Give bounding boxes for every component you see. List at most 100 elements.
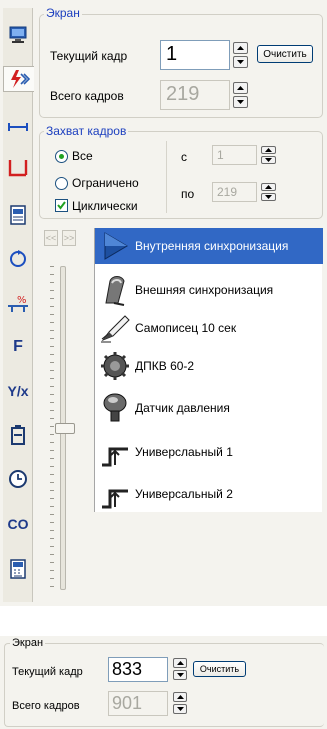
- cursor-blue-icon[interactable]: [5, 112, 31, 138]
- radio-limited-label: Ограничено: [72, 176, 139, 190]
- lightning-sync-icon[interactable]: [3, 66, 34, 92]
- list-item[interactable]: Самописец 10 сек: [95, 310, 323, 346]
- slider-tick: [50, 370, 54, 371]
- radio-limited[interactable]: [55, 177, 68, 190]
- monitor-icon[interactable]: [5, 22, 31, 48]
- prev-frames-button[interactable]: <<: [44, 230, 58, 246]
- calculator-icon[interactable]: [5, 556, 31, 582]
- spin-up-icon[interactable]: [261, 146, 276, 154]
- slider-tick: [50, 482, 54, 483]
- cyclic-label: Циклически: [72, 199, 138, 213]
- slider-tick: [50, 554, 54, 555]
- mini-total-frames-field: 901: [108, 691, 168, 716]
- mini-screen-panel: Экран Текущий кадр 833 Очистить Всего ка…: [0, 636, 327, 729]
- current-frame-stepper[interactable]: [233, 42, 248, 68]
- spin-down-icon[interactable]: [261, 156, 276, 164]
- list-item-label: Внутренняя синхронизация: [135, 239, 289, 253]
- mini-current-frame-input[interactable]: 833: [108, 657, 168, 682]
- slider-tick: [50, 282, 54, 283]
- yx-button[interactable]: Y/x: [5, 378, 31, 404]
- slider-thumb[interactable]: [55, 423, 75, 434]
- slider-tick: [50, 338, 54, 339]
- slider-tick: [50, 426, 54, 427]
- main-panel: % F Y/x CO Экран Текущий кадр 1 Очистить…: [0, 0, 327, 606]
- clamp-probe-icon: [95, 272, 135, 308]
- slider-tick: [50, 298, 54, 299]
- group-divider: [166, 141, 167, 213]
- radio-all[interactable]: [55, 150, 68, 163]
- next-frames-button[interactable]: >>: [62, 230, 76, 246]
- list-item[interactable]: ДПКВ 60-2: [95, 348, 323, 384]
- slider-tick: [50, 362, 54, 363]
- list-item[interactable]: Универсальный 2: [95, 476, 323, 512]
- to-label: по: [181, 187, 195, 201]
- slider-tick: [50, 578, 54, 579]
- screen-group-legend: Экран: [44, 6, 82, 20]
- total-frames-field: 219: [160, 80, 230, 110]
- slider-tick: [50, 290, 54, 291]
- capture-group-legend: Захват кадров: [44, 124, 129, 138]
- co-button[interactable]: CO: [5, 511, 31, 537]
- mini-current-frame-stepper[interactable]: [173, 658, 187, 680]
- slider-tick: [50, 506, 54, 507]
- cyclic-checkbox[interactable]: [55, 199, 68, 212]
- list-item[interactable]: Внутренняя синхронизация: [95, 228, 323, 264]
- total-frames-stepper[interactable]: [233, 82, 248, 108]
- list-item-label: Датчик давления: [135, 401, 230, 415]
- slider-tick: [50, 410, 54, 411]
- mini-clear-button[interactable]: Очистить: [193, 661, 246, 677]
- list-item-label: Универслаьный 1: [135, 445, 233, 459]
- pressure-sensor-icon: [95, 390, 135, 426]
- cursor-red-icon[interactable]: [5, 154, 31, 180]
- recorder-pen-icon: [95, 310, 135, 346]
- spin-up-icon[interactable]: [173, 692, 187, 702]
- slider-tick: [50, 522, 54, 523]
- spin-up-icon[interactable]: [233, 82, 248, 94]
- sync-mode-list[interactable]: Внутренняя синхронизация Внешняя синхрон…: [94, 228, 323, 512]
- slider-tick: [50, 466, 54, 467]
- list-item[interactable]: Универслаьный 1: [95, 434, 323, 470]
- clock-icon[interactable]: [5, 466, 31, 492]
- mini-total-frames-stepper[interactable]: [173, 692, 187, 714]
- spin-up-icon[interactable]: [173, 658, 187, 668]
- document-icon[interactable]: [5, 202, 31, 228]
- from-stepper[interactable]: [261, 146, 276, 164]
- list-item[interactable]: Датчик давления: [95, 390, 323, 426]
- mini-screen-legend: Экран: [10, 636, 46, 650]
- spin-down-icon[interactable]: [173, 670, 187, 680]
- slider-tick: [50, 586, 54, 587]
- slider-tick: [50, 394, 54, 395]
- slider-tick: [50, 546, 54, 547]
- current-frame-label: Текущий кадр: [50, 49, 128, 63]
- slider-tick: [50, 474, 54, 475]
- spin-down-icon[interactable]: [261, 193, 276, 201]
- refresh-icon[interactable]: [5, 246, 31, 272]
- side-toolbar: % F Y/x CO: [3, 8, 34, 602]
- spin-down-icon[interactable]: [233, 96, 248, 108]
- battery-icon[interactable]: [5, 422, 31, 448]
- list-item[interactable]: Внешняя синхронизация: [95, 272, 323, 308]
- slider-tick: [50, 418, 54, 419]
- slider-tick: [50, 570, 54, 571]
- slider-tick: [50, 450, 54, 451]
- slider-tick: [50, 346, 54, 347]
- current-frame-input[interactable]: 1: [160, 40, 230, 70]
- to-stepper[interactable]: [261, 183, 276, 201]
- spin-up-icon[interactable]: [261, 183, 276, 191]
- spin-up-icon[interactable]: [233, 42, 248, 54]
- slider-tick: [50, 402, 54, 403]
- co-icon: CO: [7, 516, 29, 532]
- universal-trigger-icon: [95, 476, 135, 512]
- slider-tick: [50, 266, 54, 267]
- clear-button[interactable]: Очистить: [257, 45, 313, 63]
- f-button[interactable]: F: [5, 334, 31, 360]
- slider-tick: [50, 322, 54, 323]
- list-item-label: Самописец 10 сек: [135, 321, 237, 335]
- universal-trigger-icon: [95, 434, 135, 470]
- list-item-label: Внешняя синхронизация: [135, 283, 274, 297]
- percent-scale-icon[interactable]: %: [5, 290, 31, 316]
- spin-down-icon[interactable]: [233, 56, 248, 68]
- slider-tick: [50, 274, 54, 275]
- spin-down-icon[interactable]: [173, 704, 187, 714]
- svg-text:%: %: [17, 295, 27, 306]
